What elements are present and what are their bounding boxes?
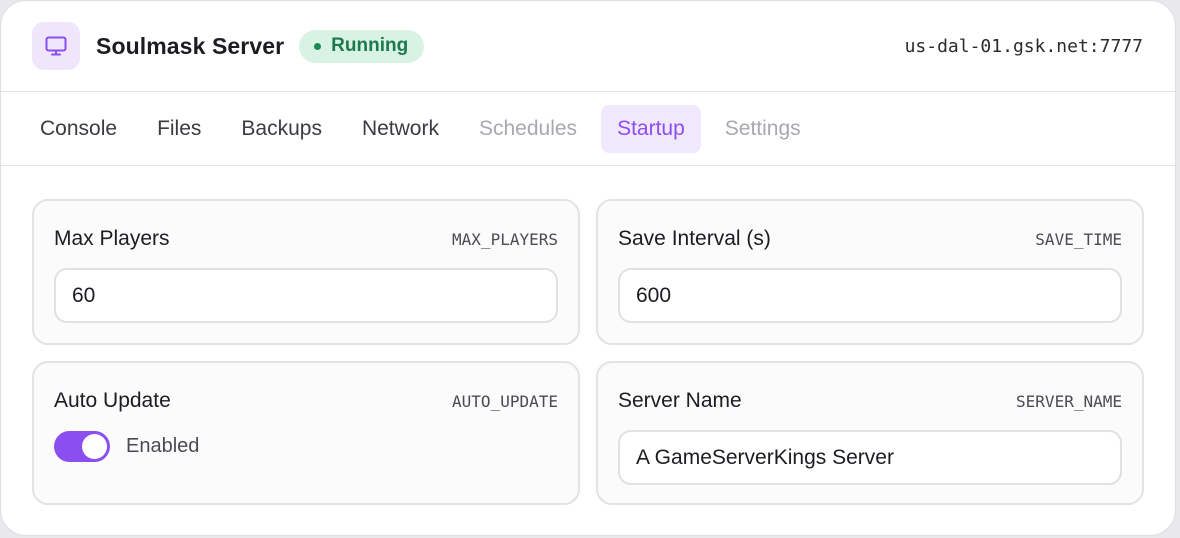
variable-env-key: MAX_PLAYERS <box>452 229 558 249</box>
variable-card-save-interval: Save Interval (s) SAVE_TIME 600 <box>596 199 1144 345</box>
variable-env-key: SAVE_TIME <box>1035 229 1122 249</box>
monitor-icon <box>32 22 80 70</box>
status-label: Running <box>331 35 409 56</box>
variable-label: Server Name <box>618 389 742 412</box>
save-interval-input[interactable]: 600 <box>618 268 1122 323</box>
variable-label: Max Players <box>54 227 170 250</box>
tab-bar: Console Files Backups Network Schedules … <box>1 92 1175 166</box>
auto-update-toggle[interactable] <box>54 431 110 462</box>
tab-backups[interactable]: Backups <box>225 105 338 153</box>
server-header: Soulmask Server Running us-dal-01.gsk.ne… <box>1 1 1175 92</box>
tab-console[interactable]: Console <box>24 105 133 153</box>
status-badge: Running <box>299 29 425 63</box>
page-title: Soulmask Server <box>96 32 285 59</box>
variable-env-key: SERVER_NAME <box>1016 391 1122 411</box>
variable-card-auto-update: Auto Update AUTO_UPDATE Enabled <box>32 361 580 505</box>
variable-label: Save Interval (s) <box>618 227 771 250</box>
tab-startup[interactable]: Startup <box>601 104 701 153</box>
tab-settings: Settings <box>724 116 801 140</box>
variable-card-server-name: Server Name SERVER_NAME A GameServerKing… <box>596 361 1144 505</box>
variable-label: Auto Update <box>54 389 171 412</box>
tab-network[interactable]: Network <box>346 105 455 153</box>
server-name-input[interactable]: A GameServerKings Server <box>618 430 1122 485</box>
toggle-knob <box>82 434 107 459</box>
variable-env-key: AUTO_UPDATE <box>452 391 558 411</box>
toggle-state-label: Enabled <box>126 435 200 457</box>
tab-schedules: Schedules <box>478 116 578 140</box>
startup-variables-grid: Max Players MAX_PLAYERS 60 Save Interval… <box>32 199 1144 505</box>
variable-card-max-players: Max Players MAX_PLAYERS 60 <box>32 199 580 345</box>
server-panel: Soulmask Server Running us-dal-01.gsk.ne… <box>0 0 1176 536</box>
status-dot-icon <box>314 42 322 50</box>
server-address: us-dal-01.gsk.net:7777 <box>904 35 1143 57</box>
tab-files[interactable]: Files <box>141 105 217 153</box>
max-players-input[interactable]: 60 <box>54 268 558 323</box>
